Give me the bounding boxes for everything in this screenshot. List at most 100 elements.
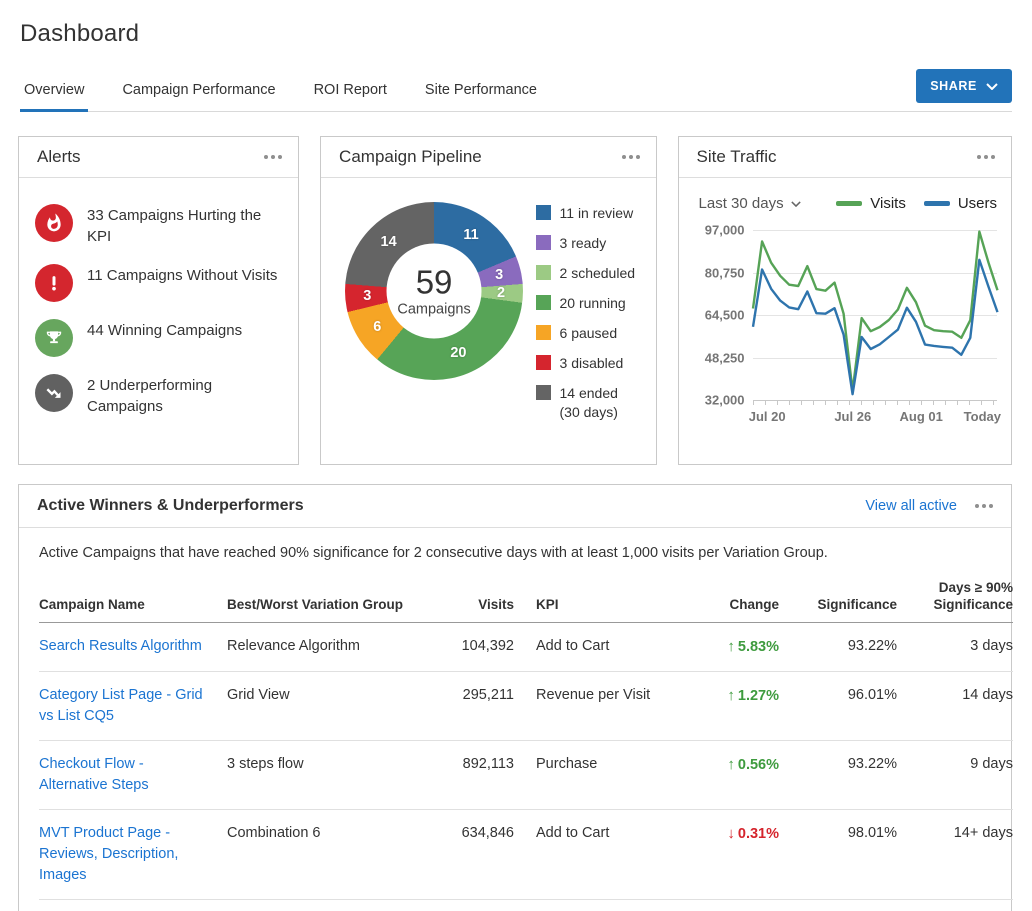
pipeline-total-label: Campaigns — [397, 301, 470, 317]
legend-swatch — [536, 385, 551, 400]
traffic-legend: Visits Users — [836, 195, 997, 212]
col-days-significance: Days ≥ 90% Significance — [897, 565, 1013, 623]
visits-cell: 892,113 — [432, 741, 514, 810]
legend-label: Users — [958, 195, 997, 212]
dashboard-page: Dashboard Overview Campaign Performance … — [0, 0, 1032, 911]
significance-cell: 96.01% — [779, 672, 897, 741]
chevron-down-icon — [986, 83, 998, 90]
exclamation-icon — [35, 264, 73, 302]
campaign-link[interactable]: Search Results Algorithm — [39, 638, 202, 654]
alert-item-winning: 44 Winning Campaigns — [35, 319, 280, 357]
pipeline-body: 59 Campaigns 1132206314 11 in review 3 r… — [321, 178, 655, 422]
share-button-label: SHARE — [930, 79, 977, 93]
traffic-plot-area — [753, 230, 997, 400]
legend-item-running: 20 running — [536, 294, 640, 313]
visits-cell: 634,846 — [432, 810, 514, 900]
campaign-pipeline-card: Campaign Pipeline 59 Campaigns 113220631… — [320, 136, 656, 465]
winners-menu-ellipsis-icon[interactable] — [973, 500, 995, 512]
pipeline-donut: 59 Campaigns 1132206314 — [345, 202, 523, 380]
campaign-link[interactable]: MVT Product Page - Reviews, Description,… — [39, 825, 178, 883]
tab-overview[interactable]: Overview — [20, 72, 88, 111]
donut-slice-value: 3 — [363, 288, 371, 304]
alerts-menu-ellipsis-icon[interactable] — [262, 151, 284, 163]
share-button[interactable]: SHARE — [916, 69, 1012, 103]
x-tick-label: Today — [964, 409, 1001, 424]
legend-item-users: Users — [924, 195, 997, 212]
y-tick-label: 64,500 — [705, 308, 745, 323]
x-tick-label: Jul 26 — [834, 409, 871, 424]
alert-text: 44 Winning Campaigns — [87, 319, 242, 341]
alerts-card: Alerts 33 Campaigns Hurting the KPI 11 C… — [18, 136, 299, 465]
date-range-dropdown[interactable]: Last 30 days — [699, 195, 801, 212]
y-tick-label: 80,750 — [705, 265, 745, 280]
col-significance: Significance — [779, 565, 897, 623]
legend-label: 2 scheduled — [560, 264, 640, 283]
legend-item-ended: 14 ended (30 days) — [536, 384, 640, 422]
site-traffic-card: Site Traffic Last 30 days Visits Users — [678, 136, 1012, 465]
flame-icon — [35, 204, 73, 242]
traffic-controls: Last 30 days Visits Users — [699, 195, 997, 212]
pipeline-donut-center: 59 Campaigns — [387, 244, 482, 339]
x-tick-marks — [753, 400, 997, 405]
variation-group-cell: Relevance Algorithm — [227, 623, 432, 672]
col-campaign-name: Campaign Name — [39, 565, 227, 623]
tab-roi-report[interactable]: ROI Report — [310, 72, 391, 111]
significance-cell: 98.01% — [779, 810, 897, 900]
winners-description: Active Campaigns that have reached 90% s… — [19, 528, 1011, 565]
alert-item-underperforming: 2 Underperforming Campaigns — [35, 374, 280, 417]
days-cell: 9 days — [897, 741, 1013, 810]
overview-cards-row: Alerts 33 Campaigns Hurting the KPI 11 C… — [18, 136, 1012, 465]
legend-swatch — [536, 355, 551, 370]
legend-item-paused: 6 paused — [536, 324, 640, 343]
campaign-link[interactable]: Category List Page - Grid vs List CQ5 — [39, 687, 203, 724]
significance-cell: 99.57% — [779, 900, 897, 911]
alerts-card-title: Alerts — [37, 147, 80, 167]
legend-swatch — [536, 265, 551, 280]
tab-site-performance[interactable]: Site Performance — [421, 72, 541, 111]
y-tick-label: 32,000 — [705, 393, 745, 408]
days-cell: 14 days — [897, 672, 1013, 741]
legend-swatch — [536, 325, 551, 340]
donut-slice-value: 14 — [381, 234, 397, 250]
change-cell: ↑0.56% — [727, 757, 779, 773]
y-tick-label: 48,250 — [705, 350, 745, 365]
legend-item-scheduled: 2 scheduled — [536, 264, 640, 283]
traffic-menu-ellipsis-icon[interactable] — [975, 151, 997, 163]
visits-cell: 104,392 — [432, 623, 514, 672]
legend-item-visits: Visits — [836, 195, 906, 212]
date-range-label: Last 30 days — [699, 195, 784, 212]
legend-label: Visits — [870, 195, 906, 212]
variation-group-cell: Combination 6 — [227, 810, 432, 900]
pipeline-card-title: Campaign Pipeline — [339, 147, 482, 167]
pipeline-legend: 11 in review 3 ready 2 scheduled 20 runn… — [536, 204, 640, 422]
donut-slice-value: 2 — [497, 285, 505, 301]
visits-cell: 1,505,999 — [432, 900, 514, 911]
change-cell: ↑5.83% — [727, 639, 779, 655]
table-row: Search Results Algorithm Relevance Algor… — [39, 623, 1013, 672]
traffic-x-axis: Jul 20 Jul 26 Aug 01 Today — [753, 400, 997, 436]
donut-slice-value: 11 — [463, 227, 478, 243]
days-cell: 3 days — [897, 623, 1013, 672]
campaign-link[interactable]: Checkout Flow - Alternative Steps — [39, 756, 149, 793]
arrow-up-icon: ↑ — [727, 638, 735, 655]
change-cell: ↑1.27% — [727, 688, 779, 704]
trophy-icon — [35, 319, 73, 357]
legend-item-disabled: 3 disabled — [536, 354, 640, 373]
kpi-cell: Add to Cart — [514, 810, 682, 900]
tab-campaign-performance[interactable]: Campaign Performance — [118, 72, 279, 111]
table-row: Product Certona 1,505,999 Revenue per Vi… — [39, 900, 1013, 911]
legend-item-in-review: 11 in review — [536, 204, 640, 223]
pipeline-card-header: Campaign Pipeline — [321, 137, 655, 178]
active-winners-card: Active Winners & Underperformers View al… — [18, 484, 1012, 911]
table-row: Checkout Flow - Alternative Steps 3 step… — [39, 741, 1013, 810]
change-cell: ↓0.31% — [727, 826, 779, 842]
kpi-cell: Revenue per Visit — [514, 672, 682, 741]
pipeline-menu-ellipsis-icon[interactable] — [620, 151, 642, 163]
alert-text: 11 Campaigns Without Visits — [87, 264, 277, 286]
tab-bar: Overview Campaign Performance ROI Report… — [20, 72, 1012, 112]
significance-cell: 93.22% — [779, 623, 897, 672]
legend-swatch — [536, 205, 551, 220]
arrow-up-icon: ↑ — [727, 756, 735, 773]
view-all-active-link[interactable]: View all active — [865, 498, 957, 514]
variation-group-cell: 3 steps flow — [227, 741, 432, 810]
